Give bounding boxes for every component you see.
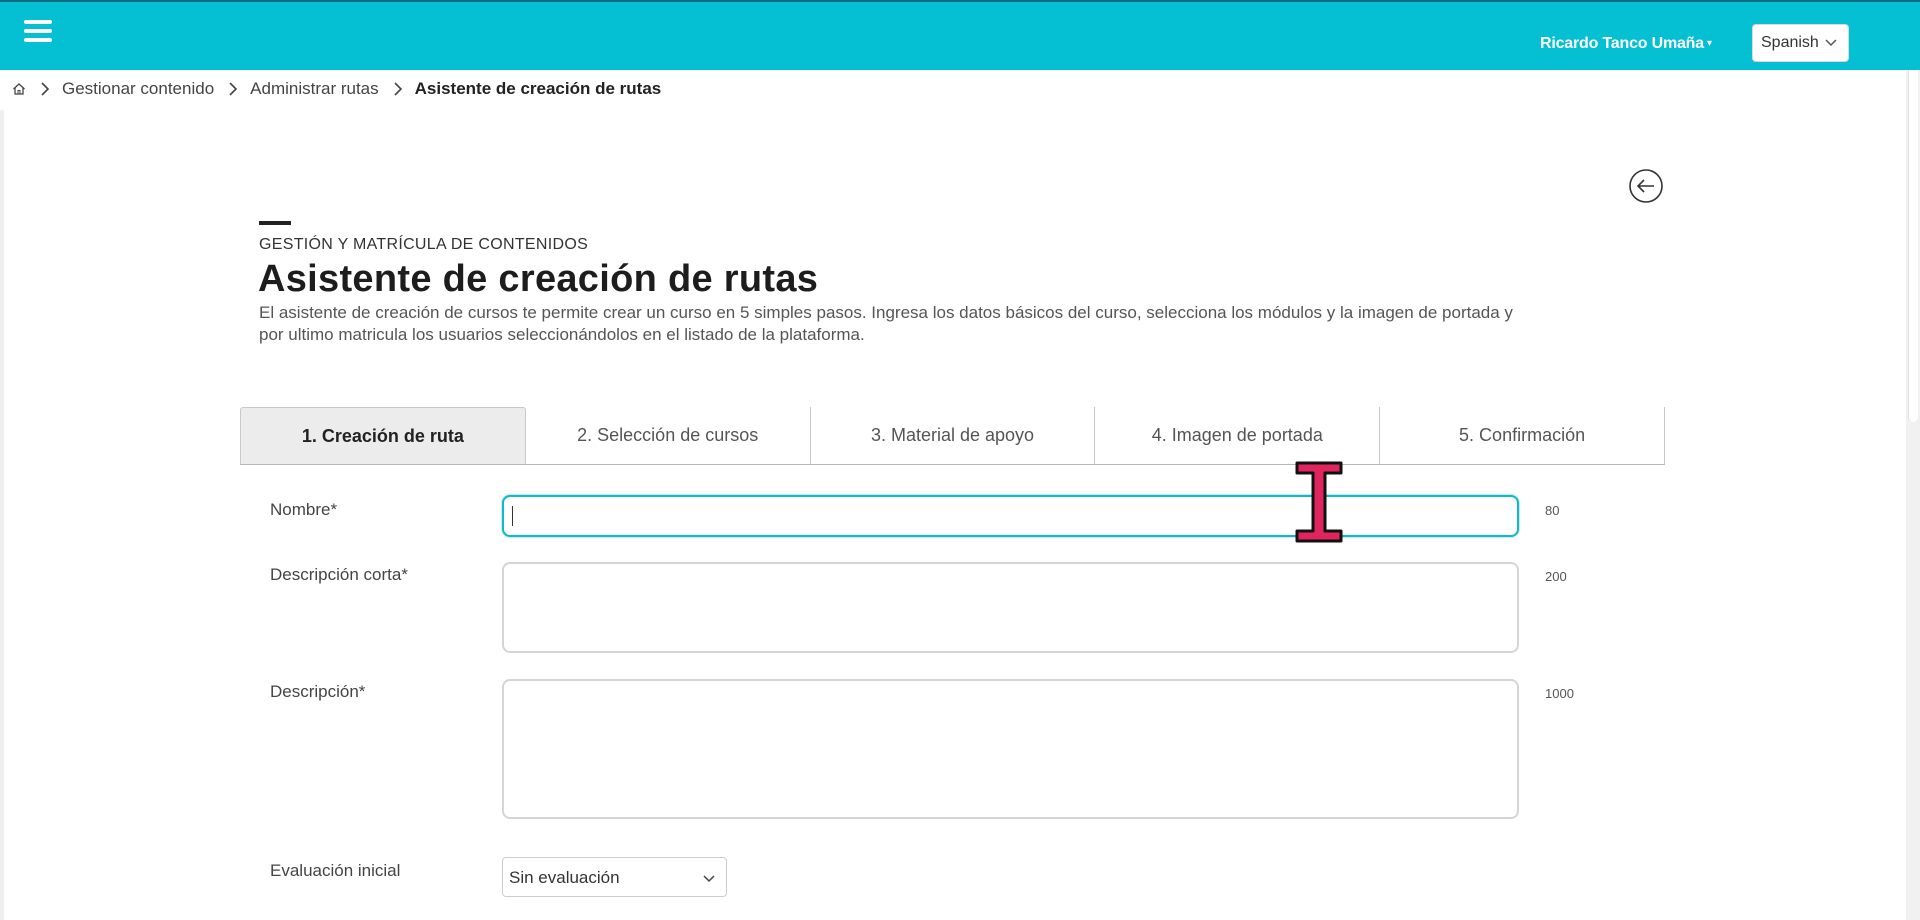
name-input[interactable] xyxy=(502,495,1519,537)
top-navbar: Ricardo Tanco Umaña ▾ Spanish xyxy=(0,0,1920,70)
tab-confirmacion[interactable]: 5. Confirmación xyxy=(1380,407,1665,464)
wizard-tabs: 1. Creación de ruta 2. Selección de curs… xyxy=(240,407,1665,465)
short-description-textarea[interactable] xyxy=(502,562,1519,653)
language-select[interactable]: Spanish xyxy=(1752,24,1849,62)
initial-evaluation-label: Evaluación inicial xyxy=(270,861,401,880)
name-char-counter: 80 xyxy=(1545,503,1560,518)
title-accent-bar xyxy=(259,221,291,225)
chevron-right-icon xyxy=(394,82,402,96)
name-label: Nombre* xyxy=(270,500,338,519)
short-description-label: Descripción corta* xyxy=(270,565,408,584)
chevron-down-icon xyxy=(703,875,715,883)
tab-imagen-de-portada[interactable]: 4. Imagen de portada xyxy=(1095,407,1381,464)
section-eyebrow: GESTIÓN Y MATRÍCULA DE CONTENIDOS xyxy=(259,236,589,253)
user-menu[interactable]: Ricardo Tanco Umaña ▾ xyxy=(1540,35,1712,53)
page-description: El asistente de creación de cursos te pe… xyxy=(259,303,1513,344)
hamburger-icon[interactable] xyxy=(24,20,52,48)
text-caret xyxy=(512,506,513,526)
short-description-char-counter: 200 xyxy=(1545,569,1567,584)
chevron-down-icon xyxy=(1825,39,1837,47)
chevron-right-icon xyxy=(229,82,238,96)
breadcrumb-link-administrar[interactable]: Administrar rutas xyxy=(250,79,378,99)
page-title: Asistente de creación de rutas xyxy=(258,258,819,300)
breadcrumb-link-gestionar[interactable]: Gestionar contenido xyxy=(62,79,214,99)
chevron-right-icon xyxy=(41,82,50,96)
user-name: Ricardo Tanco Umaña xyxy=(1540,35,1704,52)
caret-down-icon: ▾ xyxy=(1706,38,1712,49)
tab-seleccion-de-cursos[interactable]: 2. Selección de cursos xyxy=(526,407,811,464)
breadcrumb-current: Asistente de creación de rutas xyxy=(414,79,662,98)
text-cursor-icon xyxy=(1295,461,1343,543)
scrollbar-thumb[interactable] xyxy=(1908,70,1918,422)
tab-material-de-apoyo[interactable]: 3. Material de apoyo xyxy=(811,407,1096,464)
back-arrow-icon[interactable] xyxy=(1628,168,1664,204)
tab-creacion-de-ruta[interactable]: 1. Creación de ruta xyxy=(240,407,526,464)
description-textarea[interactable] xyxy=(502,679,1519,819)
description-label: Descripción* xyxy=(270,682,366,701)
home-icon[interactable] xyxy=(12,82,26,96)
initial-evaluation-value: Sin evaluación xyxy=(509,868,620,887)
page-scrollbar[interactable] xyxy=(1906,70,1920,920)
language-value: Spanish xyxy=(1761,34,1819,51)
description-char-counter: 1000 xyxy=(1545,686,1574,701)
breadcrumb: Gestionar contenido Administrar rutas As… xyxy=(12,79,661,99)
left-edge xyxy=(0,110,4,920)
initial-evaluation-select[interactable]: Sin evaluación xyxy=(502,857,727,897)
